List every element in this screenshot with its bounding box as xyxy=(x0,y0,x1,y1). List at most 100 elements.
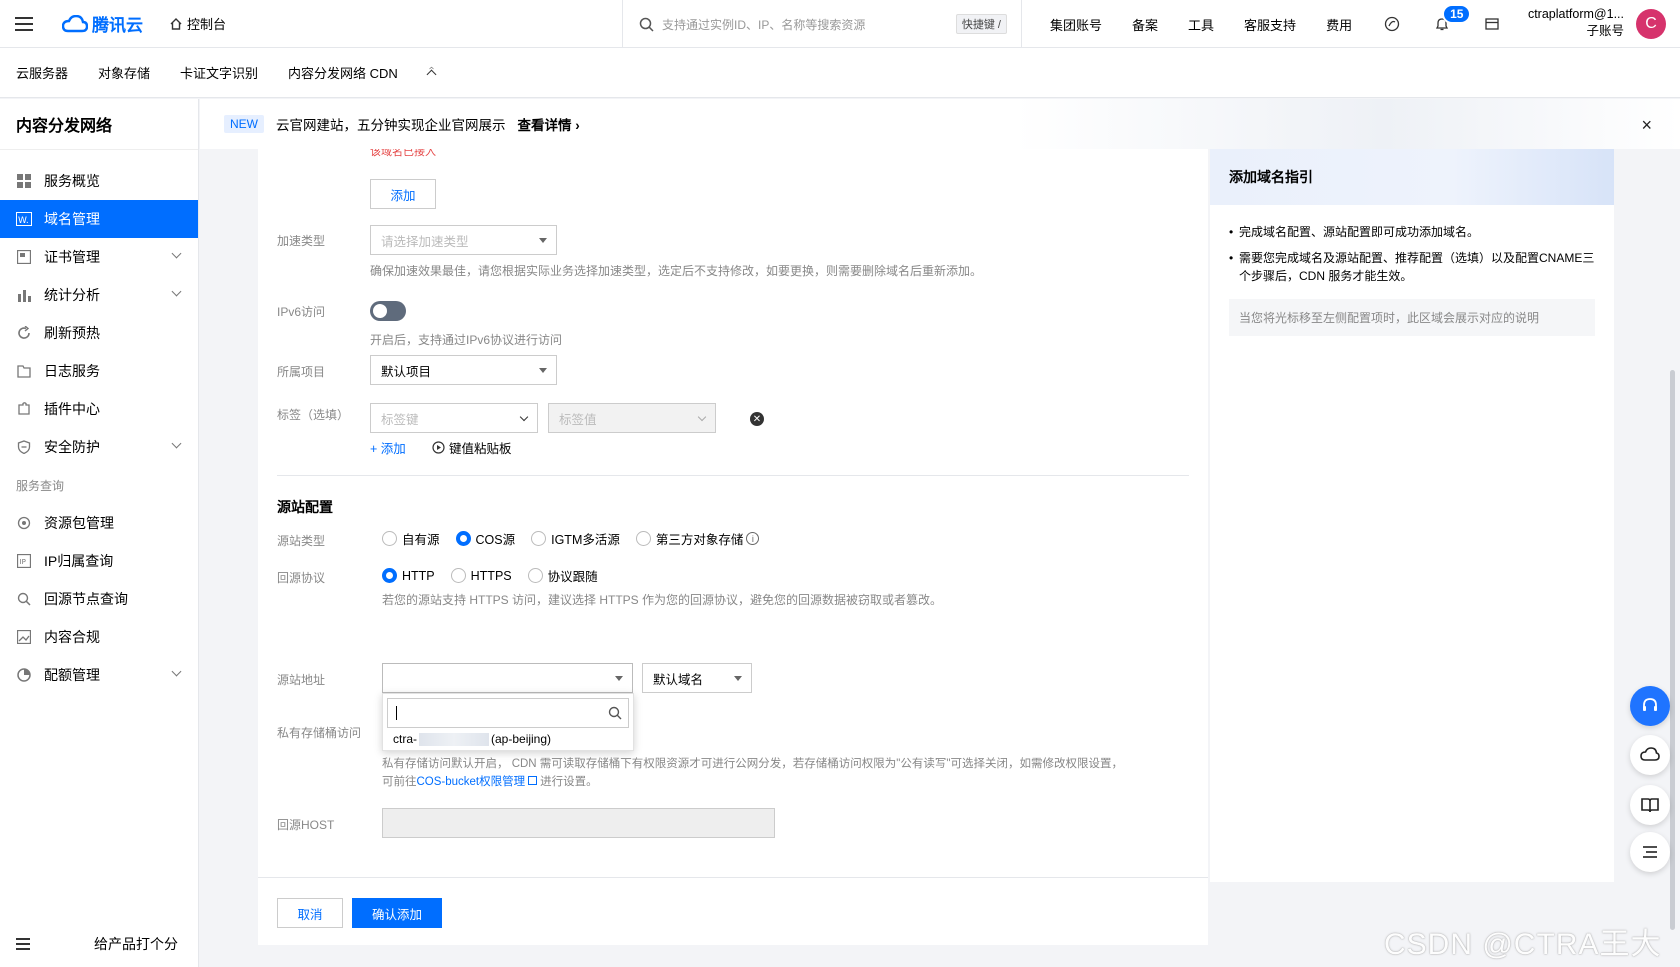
origin-address-label: 源站地址 xyxy=(277,673,326,687)
menu-icon[interactable] xyxy=(0,0,48,48)
notification-badge: 15 xyxy=(1442,4,1472,24)
ipv6-toggle[interactable] xyxy=(370,301,406,321)
cloud-assistant-button[interactable] xyxy=(1630,735,1670,775)
sidebar-item-label: 配额管理 xyxy=(44,667,100,683)
tag-value-select[interactable]: 标签值 xyxy=(548,403,716,433)
list-button[interactable] xyxy=(1630,832,1670,872)
tag-label: 标签（选填） xyxy=(277,408,350,422)
banner-link[interactable]: 查看详情 › xyxy=(518,114,580,134)
domain-error-text: 该域名已接入 xyxy=(370,149,436,158)
sidebar-item-plugins[interactable]: 插件中心 xyxy=(0,390,198,428)
radio-dot xyxy=(635,531,651,546)
bucket-option[interactable]: ctra- (ap-beijing) xyxy=(383,732,633,746)
ip-icon: IP xyxy=(16,553,32,569)
plugin-icon xyxy=(16,401,32,417)
console-link[interactable]: 控制台 xyxy=(169,14,226,33)
origin-type-radio-group: 自有源 COS源 IGTM多活源 第三方对象存储 i xyxy=(382,529,775,548)
ticket-icon[interactable] xyxy=(1482,14,1502,34)
scrollbar[interactable] xyxy=(1670,370,1675,930)
sidebar-item-certificate[interactable]: 证书管理 xyxy=(0,238,198,276)
sidebar-item-refresh[interactable]: 刷新预热 xyxy=(0,314,198,352)
tag-key-placeholder: 标签键 xyxy=(381,412,419,427)
chevron-down-icon[interactable] xyxy=(171,438,182,449)
svg-text:IP: IP xyxy=(20,558,26,566)
cos-permission-link[interactable]: COS-bucket权限管理 xyxy=(417,776,526,788)
avatar[interactable]: C xyxy=(1636,9,1666,39)
bucket-search-input[interactable] xyxy=(387,698,629,728)
shortcut-cvm[interactable]: 云服务器 xyxy=(16,63,68,82)
pie-icon xyxy=(16,667,32,683)
shortcut-ocr[interactable]: 卡证文字识别 xyxy=(180,63,258,82)
radio-origin-own[interactable]: 自有源 xyxy=(382,529,440,548)
sidebar-item-label: IP归属查询 xyxy=(44,553,114,569)
shortcut-cos[interactable]: 对象存储 xyxy=(98,63,150,82)
radio-origin-cos[interactable]: COS源 xyxy=(455,529,515,548)
accel-type-select[interactable]: 请选择加速类型 xyxy=(370,225,557,255)
sidebar-item-label: 统计分析 xyxy=(44,287,100,303)
sidebar-item-node-lookup[interactable]: 回源节点查询 xyxy=(0,580,198,618)
collapse-menu-icon[interactable] xyxy=(16,943,30,945)
sidebar-item-domain[interactable]: W. 域名管理 xyxy=(0,200,198,238)
add-tag-link[interactable]: + 添加 xyxy=(370,438,406,457)
origin-host-input[interactable] xyxy=(382,808,775,838)
sidebar-item-label: 回源节点查询 xyxy=(44,591,128,607)
guide-item: 完成域名配置、源站配置即可成功添加域名。 xyxy=(1229,223,1595,241)
host-label: 回源HOST xyxy=(277,818,335,832)
collapse-up-icon[interactable] xyxy=(426,69,437,80)
radio-origin-igtm[interactable]: IGTM多活源 xyxy=(531,529,620,548)
chevron-down-icon[interactable] xyxy=(171,666,182,677)
sidebar-item-quota[interactable]: 配额管理 xyxy=(0,656,198,694)
close-icon[interactable]: × xyxy=(1641,115,1652,136)
sidebar-item-compliance[interactable]: 内容合规 xyxy=(0,618,198,656)
cancel-button[interactable]: 取消 xyxy=(277,898,343,928)
account-info[interactable]: ctraplatform@1... 子账号 xyxy=(1524,6,1624,40)
customer-service-button[interactable] xyxy=(1630,686,1670,726)
info-icon[interactable]: i xyxy=(746,532,760,545)
bar-chart-icon xyxy=(16,287,32,303)
sidebar-item-security[interactable]: 安全防护 xyxy=(0,428,198,466)
sidebar-item-label: 内容合规 xyxy=(44,629,100,645)
sidebar-item-overview[interactable]: 服务概览 xyxy=(0,162,198,200)
domain-type-select[interactable]: 默认域名 xyxy=(642,663,752,693)
chevron-down-icon[interactable] xyxy=(171,286,182,297)
global-search[interactable]: 支持通过实例ID、IP、名称等搜索资源 快捷键 / xyxy=(622,0,1022,48)
section-divider xyxy=(277,475,1189,476)
project-value: 默认项目 xyxy=(381,364,432,379)
search-node-icon xyxy=(16,591,32,607)
remove-tag-icon[interactable]: ✕ xyxy=(750,412,764,426)
shortcut-cdn[interactable]: 内容分发网络 CDN xyxy=(288,63,398,82)
folder-icon xyxy=(16,363,32,379)
private-bucket-hint: 私有存储访问默认开启， CDN 需可读取存储桶下有权限资源才可进行公网分发，若存… xyxy=(382,758,1123,770)
sidebar-item-packages[interactable]: 资源包管理 xyxy=(0,504,198,542)
sidebar-item-ip-lookup[interactable]: IP IP归属查询 xyxy=(0,542,198,580)
accel-type-placeholder: 请选择加速类型 xyxy=(381,234,469,249)
nav-group-account[interactable]: 集团账号 xyxy=(1050,15,1102,34)
top-right-nav: 集团账号 备案 工具 客服支持 费用 15 xyxy=(1050,0,1532,48)
nav-billing[interactable]: 费用 xyxy=(1326,15,1352,34)
sidebar-item-stats[interactable]: 统计分析 xyxy=(0,276,198,314)
radio-protocol-http[interactable]: HTTP xyxy=(382,568,435,583)
product-shortcut-bar: 云服务器 对象存储 卡证文字识别 内容分发网络 CDN xyxy=(0,48,1680,98)
sidebar-item-logs[interactable]: 日志服务 xyxy=(0,352,198,390)
ipv6-label: IPv6访问 xyxy=(277,305,326,319)
confirm-add-button[interactable]: 确认添加 xyxy=(352,898,442,928)
docs-button[interactable] xyxy=(1630,785,1670,825)
chevron-down-icon[interactable] xyxy=(171,248,182,259)
radio-protocol-follow[interactable]: 协议跟随 xyxy=(527,566,598,585)
radio-origin-third-party[interactable]: 第三方对象存储 i xyxy=(635,529,760,548)
nav-support[interactable]: 客服支持 xyxy=(1244,15,1296,34)
add-domain-button[interactable]: 添加 xyxy=(370,179,436,209)
origin-bucket-select[interactable] xyxy=(382,663,633,693)
assistant-icon[interactable] xyxy=(1382,14,1402,34)
rate-product-link[interactable]: 给产品打个分 xyxy=(94,934,178,954)
cloud-logo-icon xyxy=(62,14,88,32)
nav-filing[interactable]: 备案 xyxy=(1132,15,1158,34)
tencent-cloud-logo[interactable]: 腾讯云 xyxy=(62,11,143,36)
radio-protocol-https[interactable]: HTTPS xyxy=(450,568,512,583)
project-select[interactable]: 默认项目 xyxy=(370,355,557,385)
nav-tools[interactable]: 工具 xyxy=(1188,15,1214,34)
kv-paste-button[interactable]: 键值粘贴板 xyxy=(432,438,512,457)
bell-icon[interactable]: 15 xyxy=(1432,4,1472,34)
external-link-icon[interactable] xyxy=(528,776,538,785)
tag-key-select[interactable]: 标签键 xyxy=(370,403,538,433)
